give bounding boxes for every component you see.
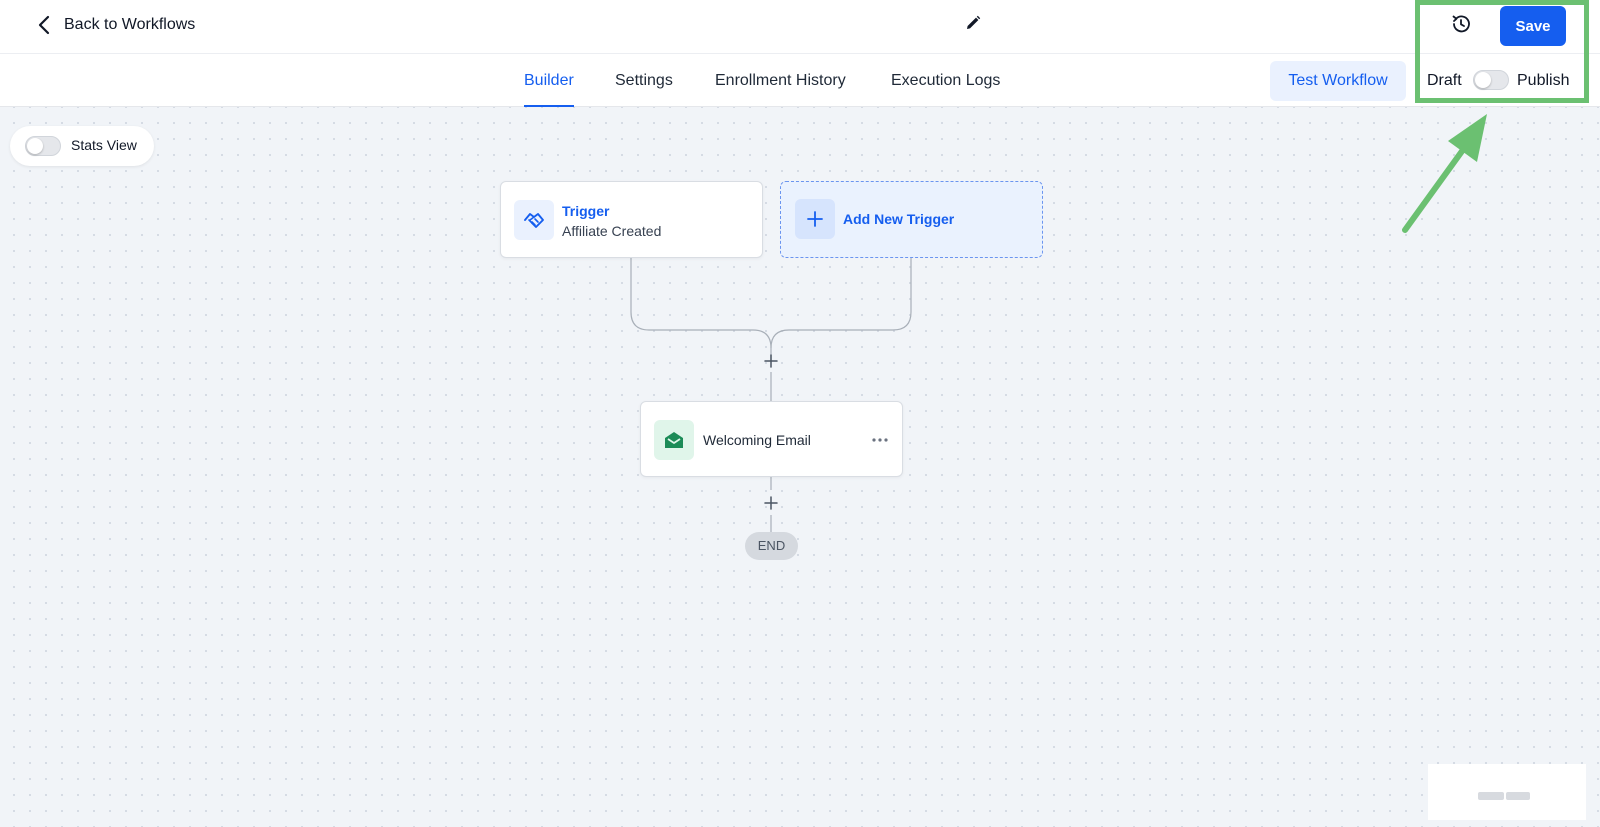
plus-icon <box>764 354 778 368</box>
add-step-button[interactable] <box>760 350 782 372</box>
email-icon-box <box>654 420 694 460</box>
publish-label: Publish <box>1517 72 1570 89</box>
trigger-card[interactable]: Trigger Affiliate Created <box>500 181 763 258</box>
version-history-icon[interactable] <box>1450 13 1472 35</box>
pencil-edit-icon[interactable] <box>964 14 982 32</box>
chevron-left-icon <box>38 15 50 35</box>
trigger-title: Trigger <box>562 203 610 219</box>
add-trigger-icon-box <box>795 199 835 239</box>
trigger-event-name: Affiliate Created <box>562 223 662 239</box>
stats-view-toggle[interactable] <box>25 136 61 156</box>
tab-enrollment-history[interactable]: Enrollment History <box>715 54 846 107</box>
back-to-workflows-link[interactable]: Back to Workflows <box>36 12 195 38</box>
stats-view-label: Stats View <box>71 137 137 153</box>
tab-settings[interactable]: Settings <box>615 54 673 107</box>
affiliate-handshake-icon <box>524 213 544 228</box>
minimap-node <box>1506 792 1530 800</box>
top-bar: Back to Workflows Save <box>0 0 1600 54</box>
minimap-node <box>1478 792 1504 800</box>
tab-execution-logs[interactable]: Execution Logs <box>891 54 1000 107</box>
publish-toggle[interactable] <box>1473 70 1509 90</box>
workflow-canvas[interactable]: Stats View Trigger Affiliate Created Add… <box>0 107 1600 827</box>
draft-label: Draft <box>1427 72 1462 89</box>
test-workflow-button[interactable]: Test Workflow <box>1270 61 1406 101</box>
stats-view-control: Stats View <box>10 126 154 166</box>
back-label: Back to Workflows <box>64 16 196 33</box>
add-new-trigger-button[interactable]: Add New Trigger <box>780 181 1043 258</box>
toggle-knob <box>27 138 43 154</box>
more-options-icon[interactable] <box>869 429 891 451</box>
add-step-button[interactable] <box>760 492 782 514</box>
action-card-email[interactable]: Welcoming Email <box>640 401 903 477</box>
add-new-trigger-label: Add New Trigger <box>843 211 955 227</box>
trigger-icon-box <box>514 200 554 240</box>
tabs-bar: Builder Settings Enrollment History Exec… <box>0 54 1600 107</box>
minimap[interactable] <box>1428 764 1586 820</box>
action-label: Welcoming Email <box>703 432 811 448</box>
toggle-knob <box>1475 72 1491 88</box>
email-open-icon <box>665 432 683 448</box>
save-button[interactable]: Save <box>1500 6 1566 46</box>
end-node: END <box>745 532 798 560</box>
plus-icon <box>764 496 778 510</box>
tab-builder[interactable]: Builder <box>524 54 574 107</box>
plus-icon <box>807 211 823 227</box>
